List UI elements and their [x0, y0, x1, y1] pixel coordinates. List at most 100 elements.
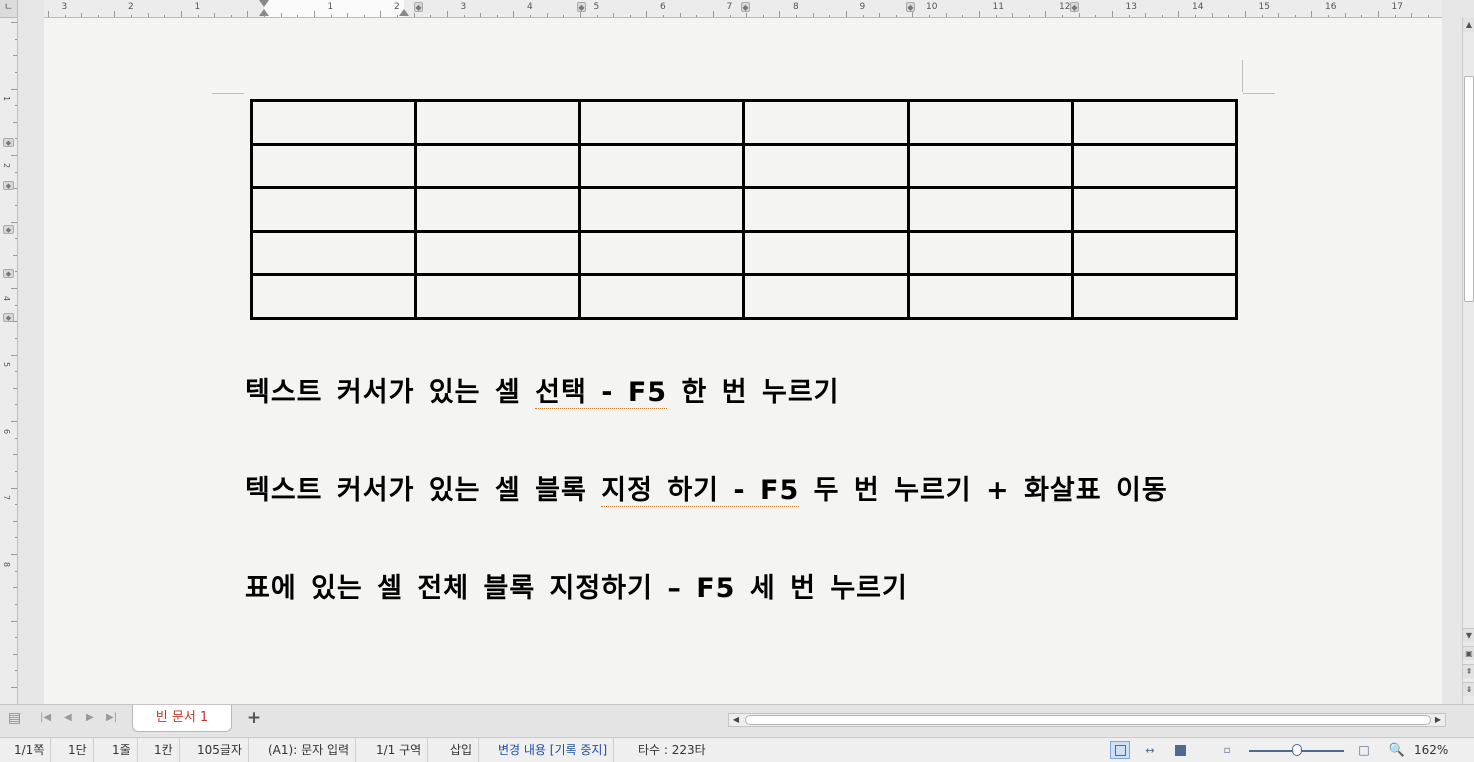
table-cell[interactable] [414, 142, 582, 189]
zoom-out-icon[interactable]: ▫ [1217, 741, 1237, 759]
column-resize-marker[interactable]: ◆ [577, 2, 586, 12]
column-resize-marker[interactable]: ◆ [906, 2, 915, 12]
document-line-2[interactable]: 텍스트 커서가 있는 셀 블록 지정 하기 - F5 두 번 누르기 + 화살표… [245, 468, 1168, 507]
table-cell[interactable] [578, 186, 746, 233]
table-cell[interactable] [906, 273, 1074, 320]
status-column[interactable]: 1단 [62, 738, 94, 762]
scroll-down-arrow-icon[interactable]: ▼ [1463, 628, 1474, 642]
row-resize-marker[interactable]: ◆ [3, 269, 14, 278]
add-tab-button[interactable]: + [240, 708, 268, 730]
status-cell[interactable]: 1칸 [148, 738, 180, 762]
ruler-tick [15, 504, 17, 506]
table-cell[interactable] [578, 229, 746, 276]
previous-tab-icon[interactable]: ◀ [64, 712, 72, 723]
table-cell[interactable] [742, 273, 910, 320]
ruler-tick [330, 15, 332, 17]
table-cell[interactable] [742, 142, 910, 189]
status-input-mode[interactable]: (A1): 문자 입력 [262, 738, 357, 762]
table-cell[interactable] [906, 186, 1074, 233]
last-tab-icon[interactable]: ▶| [106, 712, 117, 723]
table-cell[interactable] [249, 229, 418, 276]
memo-icon[interactable]: ▤ [8, 710, 21, 726]
horizontal-scroll-thumb[interactable] [745, 715, 1431, 725]
ruler-tick [1311, 11, 1313, 17]
ruler-tick [363, 15, 365, 17]
table-cell[interactable] [249, 142, 418, 189]
column-resize-marker[interactable]: ◆ [741, 2, 750, 12]
row-resize-marker[interactable]: ◆ [3, 225, 14, 234]
ruler-number: 4 [527, 2, 533, 12]
table-cell[interactable] [742, 186, 910, 233]
ruler-tick [81, 13, 83, 17]
tab-blank-document-1[interactable]: 빈 문서 1 [132, 705, 232, 732]
document-line-1[interactable]: 텍스트 커서가 있는 셀 선택 - F5 한 번 누르기 [245, 370, 840, 409]
ruler-tick [1294, 15, 1296, 17]
ruler-number: 12 [1059, 2, 1071, 12]
magnifier-icon[interactable]: 🔍 [1387, 741, 1407, 759]
table-cell[interactable] [906, 229, 1074, 276]
right-indent-marker[interactable] [399, 9, 409, 16]
table-cell[interactable] [1070, 99, 1239, 146]
status-section[interactable]: 1/1 구역 [370, 738, 429, 762]
table-cell[interactable] [249, 186, 418, 233]
scroll-right-arrow-icon[interactable]: ▶ [1431, 714, 1445, 726]
table-cell[interactable] [906, 99, 1074, 146]
vertical-scroll-thumb[interactable] [1464, 76, 1474, 302]
column-resize-marker[interactable]: ◆ [414, 2, 423, 12]
table-cell[interactable] [578, 142, 746, 189]
ruler-tick [13, 55, 17, 57]
table-cell[interactable] [906, 142, 1074, 189]
table-cell[interactable] [249, 99, 418, 146]
column-resize-marker[interactable]: ◆ [1070, 2, 1079, 12]
table-cell[interactable] [414, 186, 582, 233]
status-line[interactable]: 1줄 [106, 738, 138, 762]
page-view-icon[interactable] [1110, 741, 1130, 759]
crop-mark [1242, 60, 1243, 92]
vertical-scrollbar[interactable]: ▲ ▼ ▣ ⇞ ⇟ [1462, 18, 1474, 704]
status-track-changes[interactable]: 변경 내용 [기록 중지] [492, 738, 615, 762]
first-line-indent-marker[interactable] [259, 0, 269, 7]
layout-toggle-icon[interactable]: ▣ [1463, 646, 1474, 660]
scroll-left-arrow-icon[interactable]: ◀ [729, 714, 743, 726]
table-cell[interactable] [414, 229, 582, 276]
table-cell[interactable] [742, 99, 910, 146]
zoom-slider-thumb[interactable] [1291, 744, 1302, 756]
status-page[interactable]: 1/1쪽 [8, 738, 52, 762]
document-table[interactable] [249, 99, 1239, 320]
zoom-in-icon[interactable]: □ [1354, 741, 1374, 759]
table-cell[interactable] [414, 99, 582, 146]
table-cell[interactable] [1070, 186, 1239, 233]
previous-page-icon[interactable]: ⇞ [1463, 664, 1474, 678]
zoom-level[interactable]: 162% [1408, 738, 1454, 762]
row-resize-marker[interactable]: ◆ [3, 138, 14, 147]
scroll-up-arrow-icon[interactable]: ▲ [1463, 18, 1474, 32]
table-cell[interactable] [1070, 229, 1239, 276]
horizontal-scrollbar[interactable]: ◀ ▶ [728, 713, 1446, 727]
table-cell[interactable] [414, 273, 582, 320]
table-cell[interactable] [578, 99, 746, 146]
table-cell[interactable] [742, 229, 910, 276]
row-resize-marker[interactable]: ◆ [3, 313, 14, 322]
table-cell[interactable] [1070, 273, 1239, 320]
ruler-tick [646, 11, 648, 17]
table-cell[interactable] [249, 273, 418, 320]
status-keystrokes[interactable]: 타수 : 223타 [632, 738, 712, 762]
table-cell[interactable] [578, 273, 746, 320]
document-page[interactable]: 텍스트 커서가 있는 셀 선택 - F5 한 번 누르기 텍스트 커서가 있는 … [44, 18, 1442, 704]
first-tab-icon[interactable]: |◀ [40, 712, 51, 723]
fit-width-icon[interactable]: ↔ [1140, 741, 1160, 759]
next-tab-icon[interactable]: ▶ [86, 712, 94, 723]
table-cell[interactable] [1070, 142, 1239, 189]
full-page-icon[interactable] [1170, 741, 1190, 759]
document-line-3[interactable]: 표에 있는 셀 전체 블록 지정하기 – F5 세 번 누르기 [245, 566, 908, 605]
horizontal-ruler[interactable]: 3 2 1 1 2 3 4 5 6 7 8 9 10 11 12 13 14 15 16 17 ◆ ◆ ◆ ◆ ◆ [44, 0, 1442, 18]
table-row [249, 229, 1239, 276]
ruler-tick [15, 470, 17, 472]
vertical-ruler[interactable]: 12345678◆◆◆◆◆ [0, 18, 18, 704]
ruler-corner-button[interactable]: ㄴ [0, 0, 18, 18]
next-page-icon[interactable]: ⇟ [1463, 682, 1474, 696]
status-insert-mode[interactable]: 삽입 [444, 738, 480, 762]
ruler-tick [845, 11, 847, 17]
row-resize-marker[interactable]: ◆ [3, 181, 14, 190]
status-char-count[interactable]: 105글자 [191, 738, 249, 762]
